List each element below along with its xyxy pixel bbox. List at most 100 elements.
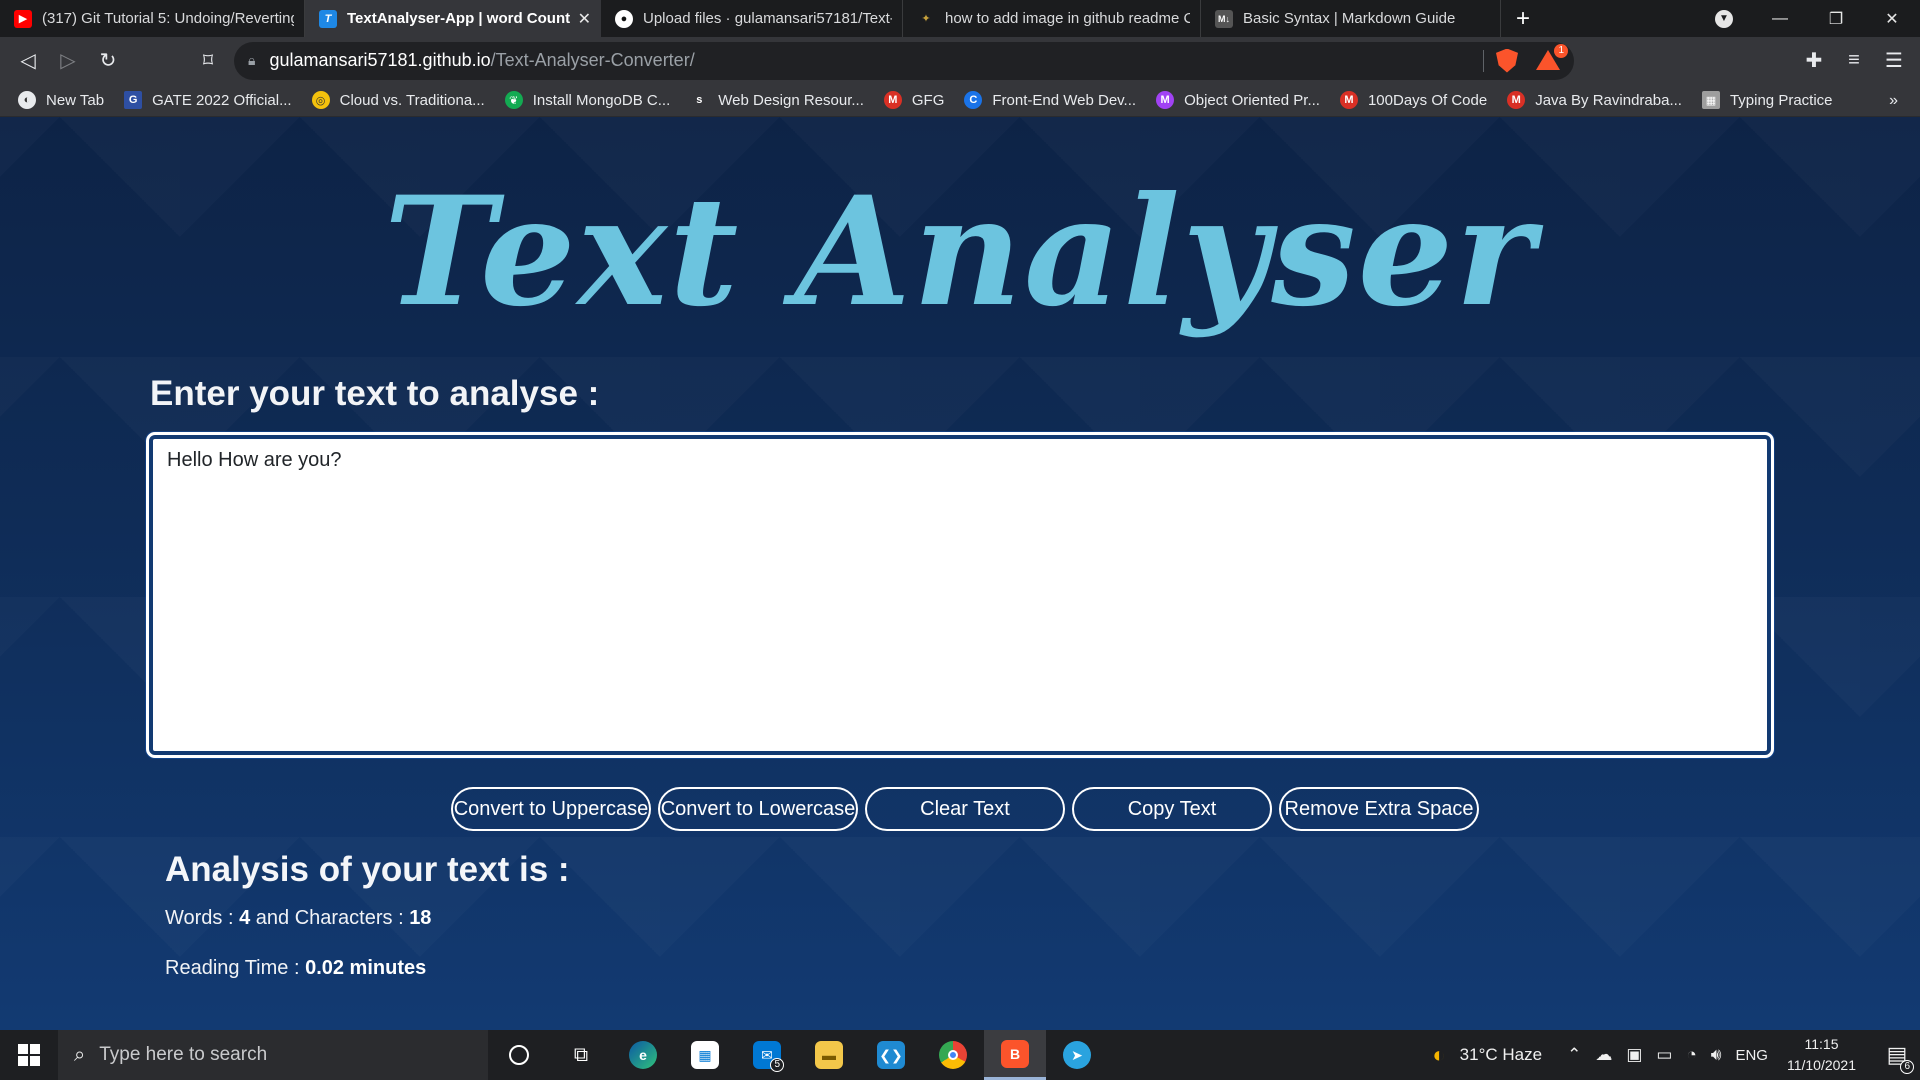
search-icon: ⌕ <box>74 1043 86 1066</box>
windows-logo-icon <box>18 1044 40 1066</box>
mail-icon[interactable]: ✉ 5 <box>736 1030 798 1080</box>
words-value: 4 <box>239 907 251 929</box>
close-tab-icon[interactable]: ✕ <box>578 9 591 29</box>
battery-icon[interactable]: ▭ <box>1656 1045 1672 1065</box>
m-purple-icon: M <box>1156 91 1175 109</box>
tab-textanalyser[interactable]: T TextAnalyser-App | word Counter ✕ <box>305 0 601 37</box>
tab-title: Upload files · gulamansari57181/Text- <box>643 10 892 27</box>
bookmark-item[interactable]: M Java By Ravindraba... <box>1507 91 1682 109</box>
gmail-icon: M <box>1507 91 1526 109</box>
volume-icon[interactable]: 🔊︎ <box>1711 1045 1722 1065</box>
word-char-count: Words : 4 and Characters : 18 <box>165 907 431 930</box>
new-tab-button[interactable]: + <box>1501 0 1545 37</box>
weather-text[interactable]: 31°C Haze <box>1460 1045 1542 1065</box>
tab-title: Basic Syntax | Markdown Guide <box>1243 10 1456 27</box>
remove-extra-space-button[interactable]: Remove Extra Space <box>1279 787 1479 831</box>
system-tray: ◐ 31°C Haze ⌃ ☁ ▣ ▭ ◔ 🔊︎ ENG 11:15 11/10… <box>1425 1030 1920 1080</box>
window-controls: ▼ — ❐ ✕ <box>1696 0 1920 37</box>
tab-markdown-guide[interactable]: M↓ Basic Syntax | Markdown Guide <box>1201 0 1501 37</box>
chrome-icon[interactable] <box>922 1030 984 1080</box>
forward-icon[interactable]: ▷ <box>48 41 88 81</box>
bookmark-label: Web Design Resour... <box>718 91 864 109</box>
text-input[interactable] <box>146 432 1774 758</box>
clock[interactable]: 11:15 11/10/2021 <box>1787 1034 1856 1076</box>
gate-icon: G <box>124 91 143 109</box>
bookmark-label: Front-End Web Dev... <box>992 91 1137 109</box>
chevron-up-icon[interactable]: ⌃ <box>1567 1045 1581 1065</box>
tab-github-readme[interactable]: ✦ how to add image in github readme C <box>903 0 1201 37</box>
tab-search-icon[interactable]: ▼ <box>1696 0 1752 37</box>
rewards-badge: 1 <box>1554 43 1568 58</box>
browser-toolbar: ◁ ▷ ↻ ⌑ 🔒︎ gulamansari57181.github.io/Te… <box>0 37 1920 84</box>
restore-button[interactable]: ❐ <box>1808 0 1864 37</box>
bookmark-item[interactable]: G GATE 2022 Official... <box>124 91 292 109</box>
bookmark-label: Cloud vs. Traditiona... <box>339 91 485 109</box>
extensions-icon[interactable]: ✚ <box>1794 41 1834 81</box>
bookmark-icon[interactable]: ⌑ <box>188 41 228 81</box>
onedrive-icon[interactable]: ☁ <box>1595 1045 1612 1065</box>
address-bar[interactable]: 🔒︎ gulamansari57181.github.io/Text-Analy… <box>234 41 1574 80</box>
bookmark-item[interactable]: C Front-End Web Dev... <box>964 91 1136 109</box>
tab-git-tutorial[interactable]: ▶ (317) Git Tutorial 5: Undoing/Revertin… <box>0 0 305 37</box>
analysis-title: Analysis of your text is : <box>165 850 570 889</box>
weather-icon[interactable]: ◐ <box>1432 1042 1445 1068</box>
file-explorer-icon[interactable]: ▬ <box>798 1030 860 1080</box>
back-icon[interactable]: ◁ <box>8 41 48 81</box>
chars-label: and Characters : <box>250 907 410 929</box>
bookmark-item[interactable]: M GFG <box>883 91 944 109</box>
bookmark-item[interactable]: M 100Days Of Code <box>1339 91 1488 109</box>
url-path: /Text-Analyser-Converter/ <box>490 50 695 70</box>
bookmark-item[interactable]: ❦ Install MongoDB C... <box>504 91 670 109</box>
bookmark-label: Java By Ravindraba... <box>1535 91 1682 109</box>
lock-icon: 🔒︎ <box>248 52 256 68</box>
reading-label: Reading Time : <box>165 957 306 979</box>
notification-count: 6 <box>1900 1060 1914 1074</box>
brave-shield-icon[interactable] <box>1496 48 1518 73</box>
url-separator <box>1483 49 1484 72</box>
start-button[interactable] <box>0 1030 58 1080</box>
menu-icon[interactable]: ☰ <box>1874 41 1914 81</box>
clear-text-button[interactable]: Clear Text <box>865 787 1065 831</box>
bookmark-label: 100Days Of Code <box>1367 91 1488 109</box>
telegram-icon[interactable]: ➤ <box>1046 1030 1108 1080</box>
cortana-icon[interactable] <box>488 1030 550 1080</box>
reload-icon[interactable]: ↻ <box>88 41 128 81</box>
task-view-icon[interactable]: ⧉ <box>550 1030 612 1080</box>
bookmark-item[interactable]: ◐ New Tab <box>18 91 104 109</box>
page-content: Text Analyser Enter your text to analyse… <box>0 117 1920 1030</box>
mail-badge: 5 <box>770 1058 784 1072</box>
bookmark-item[interactable]: ▦ Typing Practice <box>1701 91 1833 109</box>
close-window-button[interactable]: ✕ <box>1864 0 1920 37</box>
minimize-button[interactable]: — <box>1752 0 1808 37</box>
windows-taskbar: ⌕ Type here to search ⧉ e ▦ ✉ 5 ▬ ❮❯ B ➤ … <box>0 1030 1920 1080</box>
media-queue-icon[interactable]: ≡ <box>1834 41 1874 81</box>
bookmark-item[interactable]: ◎ Cloud vs. Traditiona... <box>311 91 485 109</box>
bookmark-label: GATE 2022 Official... <box>152 91 292 109</box>
bookmarks-overflow-icon[interactable]: » <box>1889 84 1898 117</box>
vscode-icon[interactable]: ❮❯ <box>860 1030 922 1080</box>
tab-title: (317) Git Tutorial 5: Undoing/Reverting <box>42 10 294 27</box>
edge-icon[interactable]: e <box>612 1030 674 1080</box>
bookmark-label: Typing Practice <box>1729 91 1833 109</box>
notifications-icon[interactable]: ▤ 6 <box>1874 1030 1920 1080</box>
tab-upload-files[interactable]: ● Upload files · gulamansari57181/Text- <box>601 0 903 37</box>
meet-now-icon[interactable]: ▣ <box>1626 1045 1642 1065</box>
copy-text-button[interactable]: Copy Text <box>1072 787 1272 831</box>
lowercase-button[interactable]: Convert to Lowercase <box>658 787 858 831</box>
bookmark-item[interactable]: M Object Oriented Pr... <box>1156 91 1320 109</box>
github-icon: ● <box>615 9 633 28</box>
search-placeholder: Type here to search <box>99 1044 268 1065</box>
bookmark-item[interactable]: s Web Design Resour... <box>690 91 864 109</box>
brave-rewards-icon[interactable]: 1 <box>1536 43 1568 72</box>
uppercase-button[interactable]: Convert to Uppercase <box>451 787 651 831</box>
clock-time: 11:15 <box>1804 1036 1839 1052</box>
words-label: Words : <box>165 907 240 929</box>
tab-strip: ▶ (317) Git Tutorial 5: Undoing/Revertin… <box>0 0 1920 37</box>
action-buttons: Convert to Uppercase Convert to Lowercas… <box>451 787 1479 831</box>
language-indicator[interactable]: ENG <box>1735 1047 1768 1064</box>
brave-icon[interactable]: B <box>984 1030 1046 1080</box>
cloud-site-icon: ◎ <box>311 91 330 109</box>
store-icon[interactable]: ▦ <box>674 1030 736 1080</box>
wifi-icon[interactable]: ◔ <box>1686 1045 1696 1065</box>
taskbar-search[interactable]: ⌕ Type here to search <box>58 1030 488 1080</box>
